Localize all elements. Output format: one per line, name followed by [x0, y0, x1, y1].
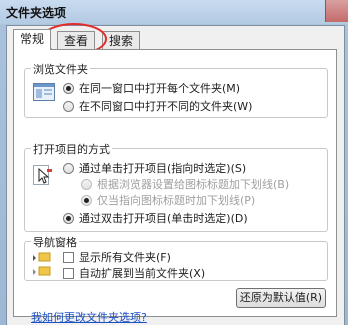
browse-same-window-option[interactable]: 在同一窗口中打开每个文件夹(M): [63, 80, 240, 96]
checkbox-show-all-folders[interactable]: [63, 251, 74, 263]
double-click-option[interactable]: 通过双击打开项目(单击时选定)(D): [63, 210, 248, 226]
dialog-client: 常规 查看 搜索 浏览文件夹 在同一窗口中打开每个文件夹(M) 在不同窗口中打开…: [6, 23, 345, 325]
single-click-label: 通过单击打开项目(指向时选定)(S): [79, 162, 247, 175]
open-items-label: 打开项目的方式: [31, 141, 112, 157]
general-tab-panel: 浏览文件夹 在同一窗口中打开每个文件夹(M) 在不同窗口中打开不同的文件夹(W)…: [13, 49, 337, 317]
folder-tree-icon: [31, 250, 55, 278]
window-title: 文件夹选项: [6, 6, 67, 20]
browse-new-window-option[interactable]: 在不同窗口中打开不同的文件夹(W): [63, 98, 252, 114]
radio-double-click[interactable]: [63, 212, 74, 224]
navigation-pane-label: 导航窗格: [31, 234, 79, 250]
restore-defaults-button[interactable]: 还原为默认值(R): [236, 288, 326, 308]
folder-options-window: 文件夹选项 常规 查看 搜索 浏览文件夹 在同一窗口中打开每个文件夹(M) 在不…: [0, 0, 348, 325]
click-cursor-icon: [33, 163, 55, 187]
checkbox-auto-expand[interactable]: [63, 267, 74, 279]
title-bar: 文件夹选项: [0, 0, 348, 24]
single-click-option[interactable]: 通过单击打开项目(指向时选定)(S): [63, 160, 246, 176]
tab-general[interactable]: 常规: [13, 29, 52, 50]
double-click-label: 通过双击打开项目(单击时选定)(D): [79, 212, 248, 225]
auto-expand-option[interactable]: 自动扩展到当前文件夹(X): [63, 265, 205, 281]
underline-browser-label: 根据浏览器设置给图标标题加下划线(B): [97, 178, 290, 191]
show-all-folders-option[interactable]: 显示所有文件夹(F): [63, 249, 171, 265]
browse-new-window-label: 在不同窗口中打开不同的文件夹(W): [79, 100, 253, 113]
browse-same-window-label: 在同一窗口中打开每个文件夹(M): [79, 82, 241, 95]
radio-new-window[interactable]: [63, 100, 74, 112]
radio-underline-point: [81, 194, 92, 206]
radio-single-click[interactable]: [63, 162, 74, 174]
open-items-group: 打开项目的方式 通过单击打开项目(指向时选定)(S) 根据浏览器设置给图标标题加…: [24, 141, 328, 232]
auto-expand-label: 自动扩展到当前文件夹(X): [79, 267, 206, 280]
underline-browser-option: 根据浏览器设置给图标标题加下划线(B): [81, 176, 289, 192]
browse-folders-label: 浏览文件夹: [31, 61, 90, 77]
browse-folders-group: 浏览文件夹 在同一窗口中打开每个文件夹(M) 在不同窗口中打开不同的文件夹(W): [24, 61, 328, 118]
underline-point-label: 仅当指向图标标题时加下划线(P): [97, 194, 256, 207]
radio-same-window[interactable]: [63, 82, 74, 94]
folder-window-icon: [33, 83, 55, 101]
help-link[interactable]: 我如何更改文件夹选项?: [31, 309, 147, 325]
close-button[interactable]: [325, 0, 348, 22]
navigation-pane-group: 导航窗格 显示所有文件夹(F) 自动扩展到当前文件夹(X): [24, 234, 328, 281]
radio-underline-browser: [81, 178, 92, 190]
show-all-folders-label: 显示所有文件夹(F): [79, 251, 171, 264]
tab-search[interactable]: 搜索: [102, 31, 141, 49]
underline-point-option: 仅当指向图标标题时加下划线(P): [81, 192, 255, 208]
